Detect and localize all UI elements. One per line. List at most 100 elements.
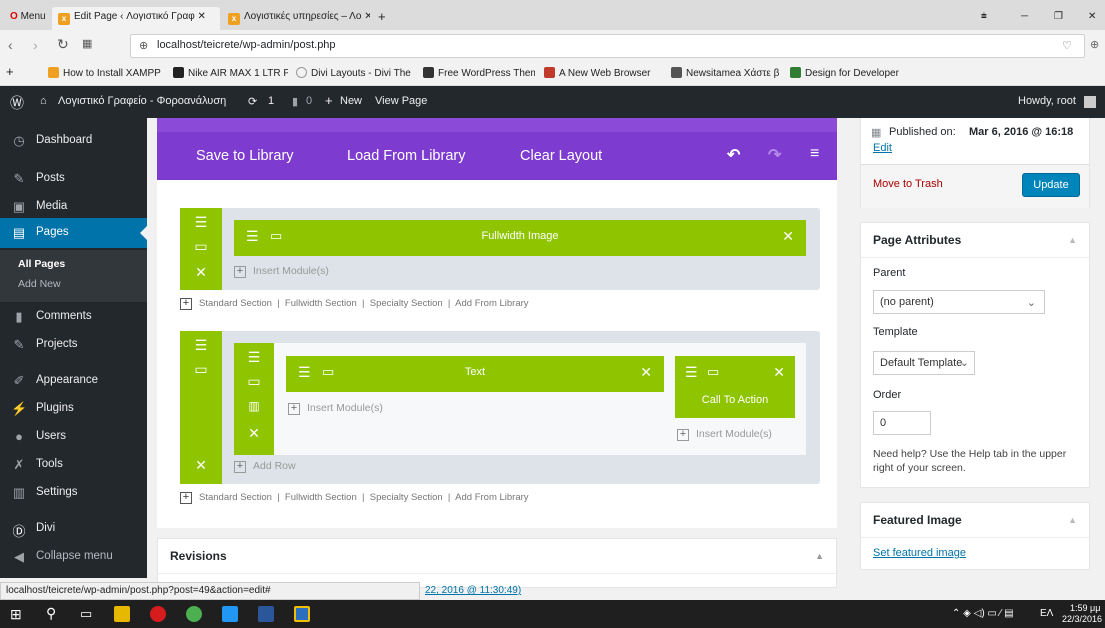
module-call-to-action[interactable]: ☰ ▭ ✕ Call To Action xyxy=(675,356,795,418)
redo-icon[interactable]: ↷ xyxy=(768,145,781,165)
fullwidth-section-link[interactable]: Fullwidth Section xyxy=(285,298,357,309)
undo-icon[interactable]: ↶ xyxy=(727,145,740,165)
specialty-section-link[interactable]: Specialty Section xyxy=(370,492,443,503)
template-select[interactable]: Default Template ⌄ xyxy=(873,351,975,375)
updates-icon[interactable]: ⟳ xyxy=(248,95,257,108)
add-bookmark-icon[interactable]: + xyxy=(6,64,14,79)
bookmark-item[interactable]: Newsitamea Χάστε β xyxy=(671,67,783,79)
revision-entry-link[interactable]: 22, 2016 @ 11:30:49) xyxy=(425,585,521,596)
sidebar-item-tools[interactable]: ✗ Tools xyxy=(0,450,147,480)
delete-icon[interactable]: ✕ xyxy=(234,425,274,442)
search-icon[interactable]: ⚲ xyxy=(46,605,56,622)
sidebar-item-dashboard[interactable]: ◷ Dashboard xyxy=(0,126,147,156)
history-icon[interactable]: ≡ xyxy=(810,145,819,163)
clock-time[interactable]: 1:59 μμ xyxy=(1070,603,1100,613)
toggle-arrow-icon[interactable]: ▲ xyxy=(1068,235,1077,245)
sidebar-item-pages[interactable]: ▤ Pages xyxy=(0,218,147,248)
browser-tab-edit-page[interactable]: x Edit Page ‹ Λογιστικό Γραφ ✕ xyxy=(52,7,220,30)
reload-icon[interactable]: ↻ xyxy=(57,36,69,53)
submenu-add-new[interactable]: Add New xyxy=(18,278,61,290)
url-input[interactable]: ⊕ localhost/teicrete/wp-admin/post.php xyxy=(130,34,1085,58)
howdy-account-link[interactable]: Howdy, root xyxy=(1018,95,1076,107)
add-row-button[interactable]: + Add Row xyxy=(234,460,296,473)
move-handle-icon[interactable]: ☰ xyxy=(180,337,222,354)
revisions-title[interactable]: Revisions xyxy=(158,539,836,574)
section-handle[interactable]: ☰ ▭ ✕ xyxy=(180,208,222,290)
save-to-library-button[interactable]: Save to Library xyxy=(196,148,294,164)
sidebar-item-projects[interactable]: ✎ Projects xyxy=(0,330,147,360)
site-name-link[interactable]: Λογιστικό Γραφείο - Φοροανάλυση xyxy=(58,95,226,107)
settings-icon[interactable]: ▭ xyxy=(180,238,222,255)
browser-tab-services[interactable]: x Λογιστικές υπηρεσίες – Λο ✕ xyxy=(222,7,370,30)
tab-menu-icon[interactable]: ⩧ xyxy=(975,7,993,30)
new-tab-button[interactable]: + xyxy=(372,7,392,30)
word-icon[interactable] xyxy=(258,606,274,622)
bookmark-item[interactable]: A New Web Browser xyxy=(544,67,664,79)
insert-module-button[interactable]: + Insert Module(s) xyxy=(288,402,383,415)
sidebar-item-posts[interactable]: ✎ Posts xyxy=(0,164,147,194)
update-button[interactable]: Update xyxy=(1022,173,1080,197)
forward-icon[interactable]: › xyxy=(33,37,38,53)
sidebar-item-settings[interactable]: ▥ Settings xyxy=(0,478,147,508)
move-handle-icon[interactable]: ☰ xyxy=(234,349,274,366)
standard-section-link[interactable]: Standard Section xyxy=(199,492,272,503)
move-handle-icon[interactable]: ☰ xyxy=(685,364,698,381)
bookmark-item[interactable]: Free WordPress Them xyxy=(423,67,535,79)
featured-image-title[interactable]: Featured Image xyxy=(861,503,1089,538)
app-icon[interactable] xyxy=(222,606,238,622)
maximize-button[interactable]: ❐ xyxy=(1048,7,1069,30)
system-tray-icons[interactable]: ⌃ ◈ ◁) ▭ ⁄ ▤ xyxy=(952,608,1014,619)
delete-icon[interactable]: ✕ xyxy=(773,364,785,381)
move-to-trash-link[interactable]: Move to Trash xyxy=(873,178,943,190)
toggle-arrow-icon[interactable]: ▲ xyxy=(815,551,824,561)
speed-dial-icon[interactable]: ▦ xyxy=(82,37,92,50)
insert-module-button[interactable]: + Insert Module(s) xyxy=(677,428,772,441)
delete-icon[interactable]: ✕ xyxy=(640,364,652,381)
comment-bubble-icon[interactable]: ▮ xyxy=(292,95,298,108)
load-from-library-button[interactable]: Load From Library xyxy=(347,148,465,164)
avatar[interactable] xyxy=(1084,96,1096,108)
windows-start-icon[interactable]: ⊞ xyxy=(10,606,22,623)
module-text[interactable]: ☰ ▭ Text ✕ xyxy=(286,356,664,392)
bookmark-item[interactable]: Divi Layouts - Divi The xyxy=(296,67,416,79)
opera-taskbar-icon[interactable] xyxy=(150,606,166,622)
bookmark-item[interactable]: How to Install XAMPP xyxy=(48,67,163,79)
wordpress-logo-icon[interactable]: Ⓦ xyxy=(10,93,24,113)
sidebar-collapse-menu[interactable]: ◀ Collapse menu xyxy=(0,542,147,572)
submenu-all-pages[interactable]: All Pages xyxy=(18,258,65,270)
move-handle-icon[interactable]: ☰ xyxy=(180,214,222,231)
close-tab-icon[interactable]: ✕ xyxy=(198,11,206,22)
sidebar-item-divi[interactable]: Ⓓ Divi xyxy=(0,514,147,544)
insert-module-button[interactable]: + Insert Module(s) xyxy=(234,265,329,278)
view-page-link[interactable]: View Page xyxy=(375,95,427,107)
standard-section-link[interactable]: Standard Section xyxy=(199,298,272,309)
fullwidth-section-link[interactable]: Fullwidth Section xyxy=(285,492,357,503)
delete-icon[interactable]: ✕ xyxy=(180,264,222,281)
clock-date[interactable]: 22/3/2016 xyxy=(1062,614,1102,624)
add-from-library-link[interactable]: Add From Library xyxy=(455,492,528,503)
task-view-icon[interactable]: ▭ xyxy=(80,606,92,622)
columns-icon[interactable]: ▥ xyxy=(234,399,274,413)
sidebar-item-plugins[interactable]: ⚡ Plugins xyxy=(0,394,147,424)
delete-icon[interactable]: ✕ xyxy=(180,457,222,474)
download-icon[interactable]: ⊕ xyxy=(1090,38,1099,51)
bookmark-item[interactable]: Nike AIR MAX 1 LTR P xyxy=(173,67,288,79)
sidebar-item-users[interactable]: ● Users xyxy=(0,422,147,452)
settings-icon[interactable]: ▭ xyxy=(707,364,719,380)
bookmark-item[interactable]: Design for Developer xyxy=(790,67,910,79)
minimize-button[interactable]: ─ xyxy=(1015,7,1034,30)
chrome-icon[interactable] xyxy=(186,606,202,622)
row-handle[interactable]: ☰ ▭ ▥ ✕ xyxy=(234,343,274,455)
file-explorer-icon[interactable] xyxy=(114,606,130,622)
app-icon[interactable] xyxy=(294,606,310,622)
set-featured-image-link[interactable]: Set featured image xyxy=(873,547,966,559)
page-attributes-title[interactable]: Page Attributes xyxy=(861,223,1089,258)
add-from-library-link[interactable]: Add From Library xyxy=(455,298,528,309)
back-icon[interactable]: ‹ xyxy=(8,37,13,53)
edit-date-link[interactable]: Edit xyxy=(873,142,892,154)
close-window-button[interactable]: ✕ xyxy=(1082,7,1102,30)
settings-icon[interactable]: ▭ xyxy=(234,373,274,390)
language-indicator[interactable]: ΕΛ xyxy=(1040,608,1053,619)
delete-icon[interactable]: ✕ xyxy=(782,228,794,245)
specialty-section-link[interactable]: Specialty Section xyxy=(370,298,443,309)
